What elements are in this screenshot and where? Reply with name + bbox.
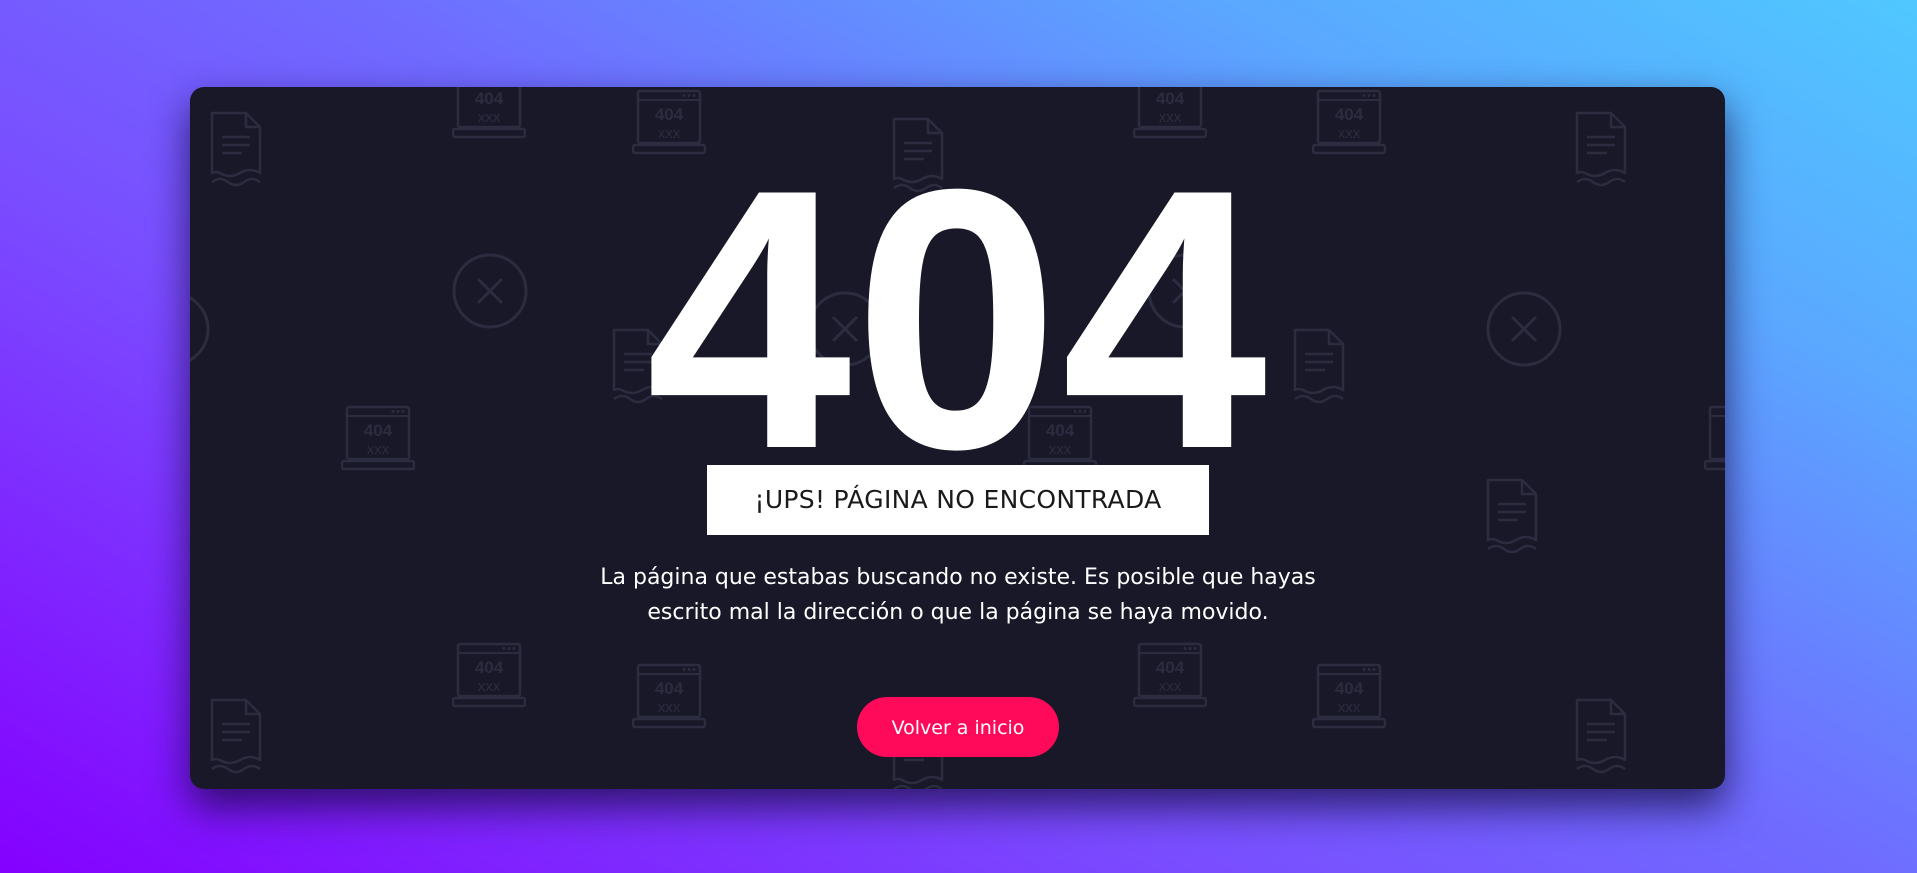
- document-icon: [1571, 697, 1631, 777]
- error-code: 404: [645, 113, 1270, 526]
- error-message: La página que estabas buscando no existe…: [600, 565, 1316, 625]
- document-icon: [206, 697, 266, 777]
- laptop-404-icon: [452, 640, 526, 714]
- error-card: 404 ¡UPS! PÁGINA NO ENCONTRADA La página…: [190, 87, 1725, 789]
- laptop-404-icon: [1133, 640, 1207, 714]
- laptop-404-icon: [1312, 661, 1386, 735]
- error-subtitle: ¡UPS! PÁGINA NO ENCONTRADA: [707, 465, 1209, 535]
- laptop-404-icon: [632, 661, 706, 735]
- back-home-button[interactable]: Volver a inicio: [857, 697, 1059, 757]
